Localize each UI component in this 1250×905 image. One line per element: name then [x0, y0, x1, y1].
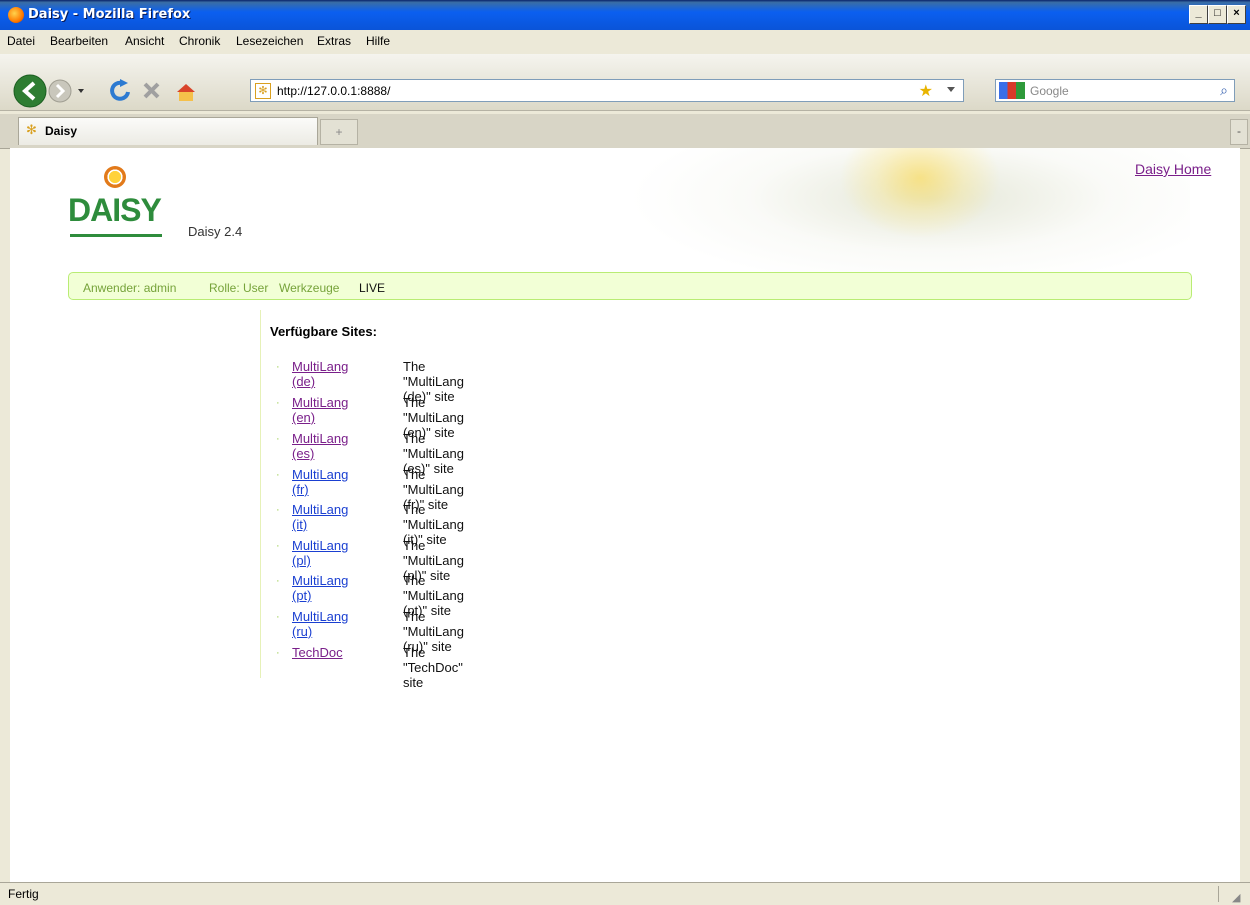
- forward-button[interactable]: [48, 79, 72, 103]
- bullet-icon: ·: [276, 611, 280, 623]
- tab-daisy[interactable]: ✻ Daisy: [18, 117, 318, 145]
- site-link[interactable]: MultiLang (fr): [292, 467, 348, 497]
- page-content: DAISY Daisy 2.4 Daisy Home Anwender: adm…: [10, 148, 1240, 882]
- close-button[interactable]: ×: [1227, 5, 1246, 24]
- site-link[interactable]: MultiLang (ru): [292, 609, 348, 639]
- address-bar[interactable]: ✻ http://127.0.0.1:8888/ ★: [250, 79, 964, 102]
- live-mode-label[interactable]: LIVE: [359, 281, 385, 295]
- back-button[interactable]: [13, 74, 47, 108]
- sites-heading: Verfügbare Sites:: [270, 324, 377, 339]
- daisy-home-link[interactable]: Daisy Home: [1135, 161, 1211, 177]
- site-link[interactable]: MultiLang (pl): [292, 538, 348, 568]
- site-link[interactable]: TechDoc: [292, 645, 343, 660]
- stop-icon[interactable]: [143, 82, 160, 99]
- status-text: Fertig: [8, 887, 39, 901]
- daisy-banner-image: [630, 148, 1190, 272]
- menu-hilfe[interactable]: Hilfe: [366, 34, 390, 48]
- status-divider: [1218, 886, 1219, 902]
- search-magnifier-icon[interactable]: ⌕: [1220, 82, 1228, 99]
- bullet-icon: ·: [276, 540, 280, 552]
- tools-menu[interactable]: Werkzeuge: [279, 281, 339, 295]
- daisy-flower-logo: [104, 166, 126, 188]
- window-titlebar: Daisy - Mozilla Firefox _ □ ×: [0, 0, 1250, 30]
- menu-extras[interactable]: Extras: [317, 34, 351, 48]
- url-text[interactable]: http://127.0.0.1:8888/: [277, 84, 390, 98]
- search-bar[interactable]: Google ⌕: [995, 79, 1235, 102]
- url-dropdown-icon[interactable]: [947, 87, 955, 92]
- menu-bar: Datei Bearbeiten Ansicht Chronik Lesezei…: [0, 30, 1250, 54]
- maximize-button[interactable]: □: [1208, 5, 1227, 24]
- bullet-icon: ·: [276, 469, 280, 481]
- bookmark-star-icon[interactable]: ★: [919, 81, 933, 101]
- bullet-icon: ·: [276, 433, 280, 445]
- site-link[interactable]: MultiLang (en): [292, 395, 348, 425]
- menu-bearbeiten[interactable]: Bearbeiten: [50, 34, 108, 48]
- user-bar: Anwender: admin Rolle: User Werkzeuge LI…: [68, 272, 1192, 300]
- tab-list-button[interactable]: -: [1230, 119, 1248, 145]
- history-dropdown-icon[interactable]: [78, 89, 84, 93]
- window-title: Daisy - Mozilla Firefox: [28, 7, 191, 22]
- menu-datei[interactable]: Datei: [7, 34, 35, 48]
- logo-underline: [70, 234, 162, 237]
- bullet-icon: ·: [276, 361, 280, 373]
- home-icon[interactable]: [177, 84, 195, 101]
- version-text: Daisy 2.4: [188, 224, 243, 239]
- site-link[interactable]: MultiLang (es): [292, 431, 348, 461]
- daisy-logo: DAISY: [68, 192, 162, 228]
- menu-chronik[interactable]: Chronik: [179, 34, 220, 48]
- minimize-button[interactable]: _: [1189, 5, 1208, 24]
- tab-label: Daisy: [45, 124, 78, 138]
- site-description: The "TechDoc" site: [403, 645, 463, 690]
- menu-ansicht[interactable]: Ansicht: [125, 34, 164, 48]
- firefox-icon: [8, 7, 24, 23]
- site-link[interactable]: MultiLang (de): [292, 359, 348, 389]
- sites-divider: [260, 310, 261, 678]
- resize-grip-icon[interactable]: ◢: [1232, 891, 1240, 904]
- site-favicon: ✻: [255, 83, 271, 99]
- tab-favicon: ✻: [26, 122, 37, 137]
- nav-buttons: [13, 74, 195, 108]
- google-engine-icon[interactable]: [999, 82, 1025, 99]
- bullet-icon: ·: [276, 575, 280, 587]
- bullet-icon: ·: [276, 504, 280, 516]
- site-link[interactable]: MultiLang (pt): [292, 573, 348, 603]
- bullet-icon: ·: [276, 647, 280, 659]
- status-bar: Fertig ◢: [0, 882, 1250, 905]
- search-placeholder: Google: [1030, 84, 1069, 98]
- role-label[interactable]: Rolle: User: [209, 281, 268, 295]
- user-label[interactable]: Anwender: admin: [83, 281, 176, 295]
- site-link[interactable]: MultiLang (it): [292, 502, 348, 532]
- bullet-icon: ·: [276, 397, 280, 409]
- menu-lesezeichen[interactable]: Lesezeichen: [236, 34, 303, 48]
- new-tab-button[interactable]: +: [320, 119, 358, 145]
- reload-icon[interactable]: [110, 79, 130, 101]
